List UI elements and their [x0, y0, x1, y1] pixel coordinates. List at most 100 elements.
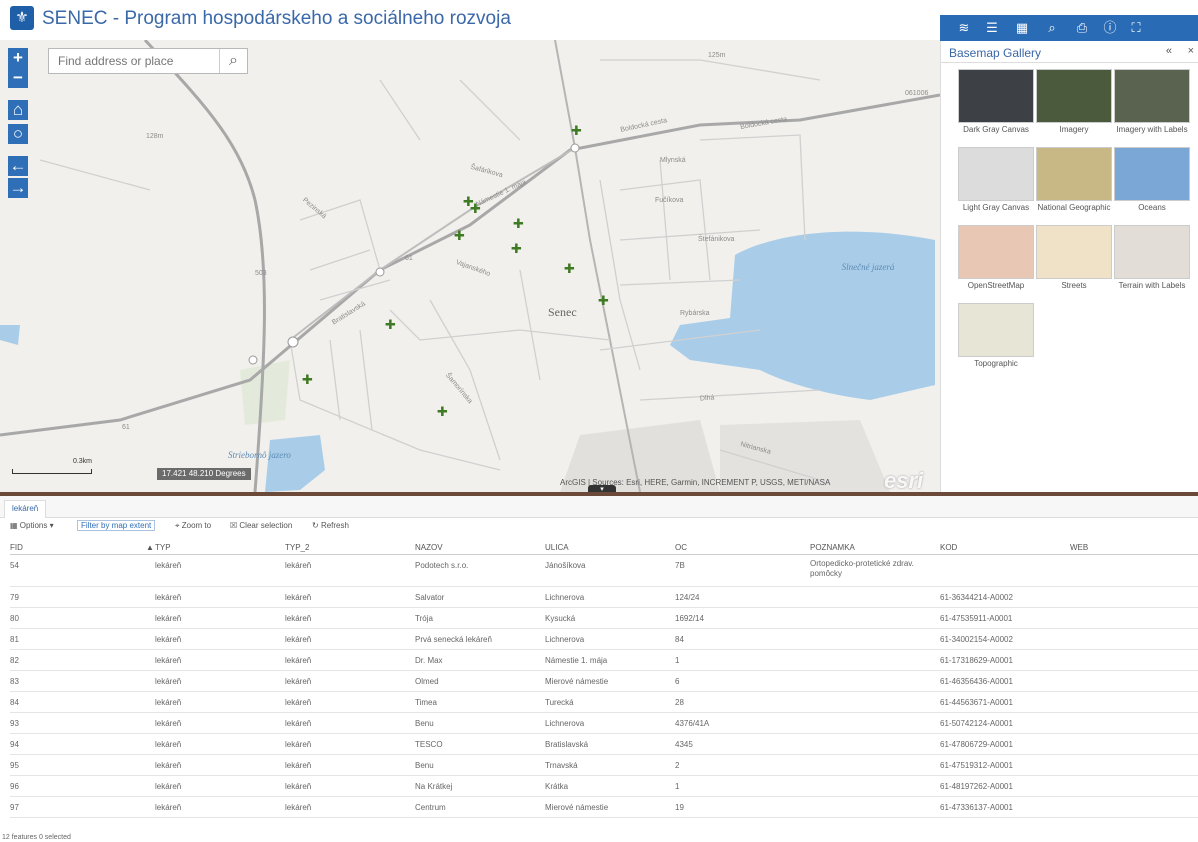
basemap-item[interactable]: Streets: [1035, 225, 1113, 301]
basemap-item[interactable]: Terrain with Labels: [1113, 225, 1191, 301]
basemap-label: Topographic: [974, 359, 1018, 368]
basemap-item[interactable]: Imagery with Labels: [1113, 69, 1191, 145]
pharmacy-marker-icon[interactable]: ✚: [470, 202, 481, 215]
legend-icon[interactable]: ☰: [982, 18, 1002, 38]
cell-typ_2: lekáreň: [285, 782, 312, 791]
cell-typ: lekáreň: [155, 635, 182, 644]
basemap-thumbnail: [1114, 225, 1190, 279]
basemap-thumbnail: [958, 147, 1034, 201]
cell-typ_2: lekáreň: [285, 593, 312, 602]
table-row[interactable]: 80 lekáreň lekáreň Trója Kysucká 1692/14 61-47…: [10, 608, 1198, 629]
table-collapse-handle[interactable]: ▾: [588, 485, 616, 492]
refresh-button[interactable]: ↻ Refresh: [312, 521, 349, 530]
cell-fid: 83: [10, 677, 19, 686]
pharmacy-marker-icon[interactable]: ✚: [511, 242, 522, 255]
locate-button[interactable]: ○: [8, 124, 28, 144]
column-header-ulica[interactable]: ULICA: [545, 543, 569, 552]
pharmacy-marker-icon[interactable]: ✚: [385, 318, 396, 331]
table-row[interactable]: 82 lekáreň lekáreň Dr. Max Námestie 1. mája 1…: [10, 650, 1198, 671]
basemap-icon[interactable]: ▦: [1012, 18, 1032, 38]
basemap-thumbnail: [1036, 69, 1112, 123]
cell-nazov: Na Krátkej: [415, 782, 453, 791]
cell-nazov: Benu: [415, 719, 434, 728]
basemap-item[interactable]: Imagery: [1035, 69, 1113, 145]
road-number-label: 61: [405, 255, 413, 262]
basemap-label: Dark Gray Canvas: [963, 125, 1029, 134]
options-menu[interactable]: ▦ Options ▾: [10, 521, 54, 530]
fullscreen-icon[interactable]: ⛶: [1126, 18, 1146, 38]
column-header-nazov[interactable]: NAZOV: [415, 543, 443, 552]
info-icon[interactable]: ⓘ: [1100, 18, 1120, 38]
clear-selection-button[interactable]: ☒ Clear selection: [230, 521, 292, 530]
map-view[interactable]: + − ⌂ ○ ← → ⌕ 125m 128m 061006 61 61 503…: [0, 40, 940, 492]
basemap-item[interactable]: Dark Gray Canvas: [957, 69, 1035, 145]
table-row[interactable]: 97 lekáreň lekáreň Centrum Mierové námestie 1…: [10, 797, 1198, 818]
search-input[interactable]: [49, 49, 219, 73]
pharmacy-marker-icon[interactable]: ✚: [598, 294, 609, 307]
cell-typ: lekáreň: [155, 782, 182, 791]
pharmacy-marker-icon[interactable]: ✚: [437, 405, 448, 418]
basemap-label: Imagery with Labels: [1116, 125, 1188, 134]
filter-by-extent-button[interactable]: Filter by map extent: [77, 520, 156, 531]
cell-typ: lekáreň: [155, 593, 182, 602]
basemap-thumbnail: [1114, 147, 1190, 201]
basemap-item[interactable]: National Geographic: [1035, 147, 1113, 223]
pharmacy-marker-icon[interactable]: ✚: [564, 262, 575, 275]
zoom-to-button[interactable]: ⌖ Zoom to: [175, 521, 211, 531]
tab-lekaren[interactable]: lekáreň: [4, 500, 47, 518]
attribute-table: lekáreň ▦ Options ▾ Filter by map extent…: [0, 496, 1198, 842]
table-row[interactable]: 95 lekáreň lekáreň Benu Trnavská 2 61-47519312…: [10, 755, 1198, 776]
table-row[interactable]: 83 lekáreň lekáreň Olmed Mierové námestie 6 61…: [10, 671, 1198, 692]
pharmacy-marker-icon[interactable]: ✚: [302, 373, 313, 386]
previous-extent-button[interactable]: ←: [8, 156, 28, 176]
cell-kod: 61-47535911-A0001: [940, 614, 1013, 623]
basemap-item[interactable]: Light Gray Canvas: [957, 147, 1035, 223]
basemap-item[interactable]: Topographic: [957, 303, 1035, 379]
cell-kod: 61-50742124-A0001: [940, 719, 1013, 728]
cell-oc: 6: [675, 677, 680, 686]
print-icon[interactable]: ⎙: [1072, 18, 1092, 38]
cell-fid: 81: [10, 635, 19, 644]
query-icon[interactable]: ⌕: [1042, 18, 1062, 38]
pharmacy-marker-icon[interactable]: ✚: [454, 229, 465, 242]
pharmacy-marker-icon[interactable]: ✚: [513, 217, 524, 230]
cell-oc: 1: [675, 656, 680, 665]
widget-toolbar: ≋ ☰ ▦ ⌕ ⎙ ⓘ ⛶: [940, 15, 1198, 41]
column-header-typ[interactable]: TYP: [155, 543, 171, 552]
column-header-oc[interactable]: OC: [675, 543, 687, 552]
panel-close-button[interactable]: ×: [1188, 45, 1194, 57]
next-extent-button[interactable]: →: [8, 178, 28, 198]
basemap-item[interactable]: Oceans: [1113, 147, 1191, 223]
cell-fid: 93: [10, 719, 19, 728]
search-box[interactable]: ⌕: [48, 48, 248, 74]
table-row[interactable]: 54 lekáreň lekáreň Podotech s.r.o. Jánošíkov…: [10, 555, 1198, 587]
cell-kod: 61-46356436-A0001: [940, 677, 1013, 686]
pharmacy-marker-icon[interactable]: ✚: [571, 124, 582, 137]
column-header-kod[interactable]: KOD: [940, 543, 957, 552]
table-row[interactable]: 79 lekáreň lekáreň Salvator Lichnerova 124/24…: [10, 587, 1198, 608]
column-header-web[interactable]: WEB: [1070, 543, 1088, 552]
table-row[interactable]: 81 lekáreň lekáreň Prvá senecká lekáreň Lich…: [10, 629, 1198, 650]
cell-kod: 61-34002154-A0002: [940, 635, 1013, 644]
cell-oc: 4376/41A: [675, 719, 710, 728]
cell-typ_2: lekáreň: [285, 719, 312, 728]
app-title: SENEC - Program hospodárskeho a sociálne…: [42, 8, 511, 29]
basemap-thumbnail: [958, 225, 1034, 279]
layers-icon[interactable]: ≋: [954, 18, 974, 38]
home-button[interactable]: ⌂: [8, 100, 28, 120]
table-row[interactable]: 94 lekáreň lekáreň TESCO Bratislavská 4345 61-…: [10, 734, 1198, 755]
zoom-in-button[interactable]: +: [8, 48, 28, 68]
zoom-out-button[interactable]: −: [8, 68, 28, 88]
table-row[interactable]: 96 lekáreň lekáreň Na Krátkej Krátka 1 61-4819…: [10, 776, 1198, 797]
table-row[interactable]: 93 lekáreň lekáreň Benu Lichnerova 4376/41A 61…: [10, 713, 1198, 734]
basemap-thumbnail: [958, 69, 1034, 123]
panel-collapse-button[interactable]: «: [1166, 45, 1172, 57]
basemap-item[interactable]: OpenStreetMap: [957, 225, 1035, 301]
column-header-poznamka[interactable]: POZNAMKA: [810, 543, 855, 552]
table-row[interactable]: 84 lekáreň lekáreň Timea Turecká 28 61-4456367…: [10, 692, 1198, 713]
column-header-fid[interactable]: FID: [10, 543, 23, 552]
cell-oc: 2: [675, 761, 680, 770]
cell-kod: 61-47519312-A0001: [940, 761, 1013, 770]
search-icon[interactable]: ⌕: [219, 49, 247, 73]
column-header-typ_2[interactable]: TYP_2: [285, 543, 309, 552]
